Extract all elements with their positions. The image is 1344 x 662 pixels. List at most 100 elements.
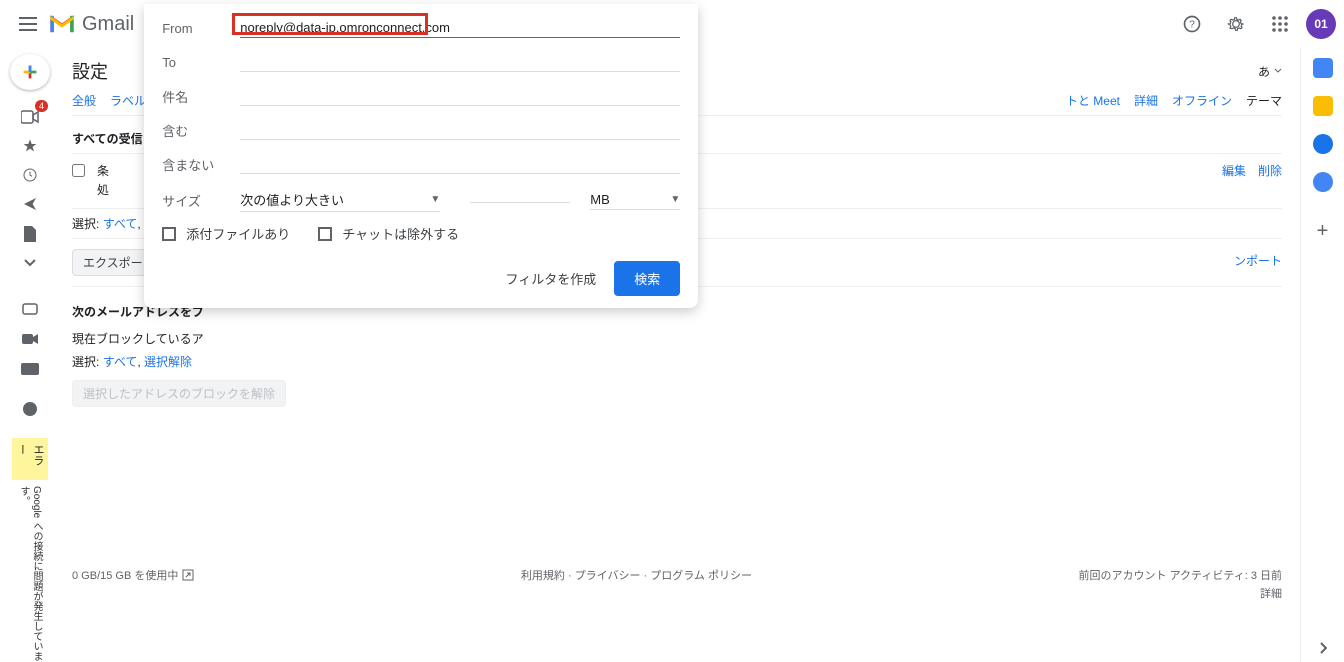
search-container: From To 件名 含む 含まない サイズ — [144, 4, 698, 44]
tab-themes[interactable]: テーマ — [1246, 92, 1282, 109]
chevron-down-icon — [24, 259, 36, 267]
size-unit-select[interactable]: MB ▼ — [590, 190, 680, 210]
sidebar-item-sent[interactable] — [10, 192, 50, 217]
sidebar-expand[interactable] — [10, 250, 50, 275]
sidebar-item-snoozed[interactable] — [10, 163, 50, 188]
plus-icon — [19, 61, 41, 83]
camera-icon — [22, 333, 38, 345]
language-select[interactable]: あ — [1258, 63, 1282, 80]
policy-link[interactable]: プログラム ポリシー — [650, 570, 752, 582]
to-input[interactable] — [240, 52, 680, 72]
main-menu-button[interactable] — [8, 4, 48, 44]
tab-offline[interactable]: オフライン — [1172, 92, 1232, 109]
import-link[interactable]: ンポート — [1234, 252, 1282, 269]
gmail-icon — [48, 13, 76, 35]
sidebar-item-starred[interactable] — [10, 133, 50, 158]
subject-label: 件名 — [162, 87, 240, 106]
sidebar-item-chat[interactable] — [10, 297, 50, 322]
svg-text:?: ? — [1189, 19, 1195, 30]
sidebar-item-drafts[interactable] — [10, 221, 50, 246]
checkbox-icon — [318, 227, 332, 241]
chevron-right-icon — [1319, 642, 1327, 654]
select-all-link[interactable]: すべて — [103, 217, 138, 231]
footer: 0 GB/15 GB を使用中 利用規約 · プライバシー · プログラム ポリ… — [72, 567, 1282, 603]
sidebar-item-video[interactable] — [10, 327, 50, 352]
account-avatar[interactable]: 01 — [1306, 9, 1336, 39]
exclude-chats-checkbox[interactable]: チャットは除外する — [318, 224, 459, 243]
chevron-down-icon: ▼ — [670, 194, 680, 205]
badge: 4 — [35, 100, 48, 112]
contacts-icon[interactable] — [1313, 172, 1333, 192]
has-attachment-checkbox[interactable]: 添付ファイルあり — [162, 224, 290, 243]
tab-advanced[interactable]: 詳細 — [1134, 92, 1158, 109]
search-filter-panel: From To 件名 含む 含まない サイズ — [144, 4, 698, 308]
star-icon — [22, 138, 38, 154]
search-button[interactable]: 検索 — [614, 261, 680, 296]
compose-button[interactable] — [10, 54, 50, 90]
chevron-down-icon: ▼ — [430, 194, 440, 205]
gmail-logo[interactable]: Gmail — [48, 13, 134, 36]
edit-link[interactable]: 編集 — [1222, 162, 1246, 179]
filter-checkbox[interactable] — [72, 164, 85, 177]
sidebar-item-meet[interactable]: 4 — [10, 104, 50, 129]
tasks-icon[interactable] — [1313, 134, 1333, 154]
size-label: サイズ — [162, 191, 240, 210]
details-link[interactable]: 詳細 — [1079, 585, 1282, 601]
video-icon — [21, 110, 39, 124]
excludes-label: 含まない — [162, 155, 240, 174]
chevron-down-icon — [1274, 68, 1282, 74]
right-sidebar: + — [1300, 48, 1344, 662]
includes-input[interactable] — [240, 120, 680, 140]
file-icon — [23, 226, 37, 242]
select-none-link-2[interactable]: 選択解除 — [144, 355, 192, 369]
activity-text: 前回のアカウント アクティビティ: 3 日前 — [1079, 567, 1282, 583]
tab-labels[interactable]: ラベル — [110, 92, 146, 109]
keep-icon[interactable] — [1313, 96, 1333, 116]
google-error-text: Google への接続に問題が発生しています。 — [17, 486, 43, 662]
header-right: ? 01 — [1174, 6, 1336, 42]
hangouts-icon — [22, 402, 38, 418]
sidebar-item-keyboard[interactable] — [10, 356, 50, 381]
gmail-label: Gmail — [82, 13, 134, 36]
apps-button[interactable] — [1262, 6, 1298, 42]
includes-label: 含む — [162, 121, 240, 140]
subject-input[interactable] — [240, 86, 680, 106]
from-label: From — [162, 21, 240, 36]
blocked-line: 現在ブロックしているア — [72, 330, 1282, 347]
app-header: Gmail From To 件名 含む — [0, 0, 1344, 48]
help-icon: ? — [1182, 14, 1202, 34]
privacy-link[interactable]: プライバシー — [575, 570, 641, 582]
sidebar-item-hangouts[interactable] — [10, 397, 50, 422]
unblock-button[interactable]: 選択したアドレスのブロックを解除 — [72, 380, 286, 407]
hamburger-icon — [19, 17, 37, 31]
external-link-icon[interactable] — [182, 569, 194, 581]
select-row-2: 選択: すべて, 選択解除 — [72, 347, 1282, 376]
terms-link[interactable]: 利用規約 — [521, 570, 565, 582]
delete-link[interactable]: 削除 — [1258, 162, 1282, 179]
size-value-input[interactable] — [470, 198, 570, 203]
tab-general[interactable]: 全般 — [72, 92, 96, 109]
support-button[interactable]: ? — [1174, 6, 1210, 42]
keyboard-icon — [21, 363, 39, 375]
storage-text: 0 GB/15 GB を使用中 — [72, 567, 178, 583]
left-sidebar: 4 エラー Google への接続に問題が発生しています。 — [0, 48, 60, 662]
error-label: エラー — [12, 438, 48, 480]
calendar-icon[interactable] — [1313, 58, 1333, 78]
collapse-right-button[interactable] — [1319, 642, 1327, 654]
from-input[interactable] — [240, 18, 680, 38]
tab-meet[interactable]: トと Meet — [1066, 92, 1120, 109]
to-label: To — [162, 55, 240, 70]
addons-button[interactable]: + — [1317, 220, 1329, 243]
size-operator-select[interactable]: 次の値より大きい ▼ — [240, 188, 440, 212]
clock-icon — [22, 167, 38, 183]
excludes-input[interactable] — [240, 154, 680, 174]
gear-icon — [1226, 14, 1246, 34]
select-all-link-2[interactable]: すべて — [103, 355, 138, 369]
send-icon — [22, 196, 38, 212]
settings-button[interactable] — [1218, 6, 1254, 42]
create-filter-button[interactable]: フィルタを作成 — [505, 269, 596, 288]
page-title: 設定 — [72, 58, 108, 84]
chat-icon — [22, 303, 38, 317]
apps-grid-icon — [1271, 15, 1289, 33]
checkbox-icon — [162, 227, 176, 241]
